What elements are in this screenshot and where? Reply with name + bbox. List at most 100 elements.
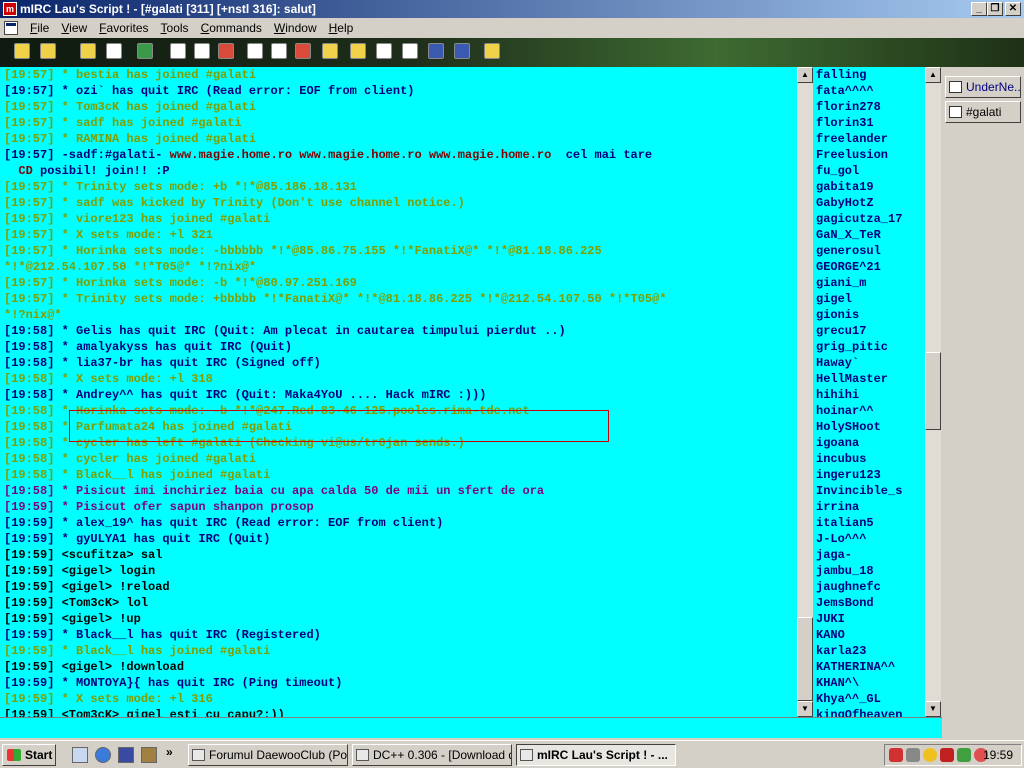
nick-item[interactable]: gagicutza_17 — [816, 211, 925, 227]
url-icon[interactable] — [402, 43, 418, 59]
close-button[interactable]: ✕ — [1005, 2, 1021, 16]
nicklist-scroll-up-button[interactable]: ▲ — [925, 67, 941, 83]
menu-view[interactable]: View — [55, 21, 93, 35]
messenger-tray-icon[interactable] — [923, 748, 937, 762]
list-icon[interactable] — [170, 43, 186, 59]
menu-window[interactable]: Window — [268, 21, 323, 35]
nick-item[interactable]: italian5 — [816, 515, 925, 531]
channels-icon[interactable] — [137, 43, 153, 59]
internet-explorer-icon[interactable] — [95, 747, 111, 763]
nick-item[interactable]: Invincible_s — [816, 483, 925, 499]
start-button[interactable]: Start — [2, 744, 56, 766]
nick-item[interactable]: GabyHotZ — [816, 195, 925, 211]
nick-item[interactable]: grig_pitic — [816, 339, 925, 355]
task-mirc[interactable]: mIRC Lau's Script ! - ... — [516, 744, 676, 766]
nick-item[interactable]: generosul — [816, 243, 925, 259]
nicklist-scrollbar[interactable]: ▲ ▼ — [925, 67, 941, 717]
nick-item[interactable]: grecu17 — [816, 323, 925, 339]
scripts-icon[interactable] — [218, 43, 234, 59]
log-icon[interactable] — [322, 43, 338, 59]
nick-item[interactable]: JUKI — [816, 611, 925, 627]
message-input[interactable] — [0, 717, 942, 738]
menu-help[interactable]: Help — [323, 21, 360, 35]
nick-item[interactable]: irrina — [816, 499, 925, 515]
windows-logo-icon — [7, 749, 21, 761]
nick-item[interactable]: jambu_18 — [816, 563, 925, 579]
nick-item[interactable]: kingOfheaven — [816, 707, 925, 717]
timer-icon[interactable] — [194, 43, 210, 59]
nick-item[interactable]: HellMaster — [816, 371, 925, 387]
urls-icon[interactable] — [271, 43, 287, 59]
nick-item[interactable]: KATHERINA^^ — [816, 659, 925, 675]
save-icon[interactable] — [118, 747, 134, 763]
task-forumul-daewooclub[interactable]: Forumul DaewooClub (Po... — [188, 744, 348, 766]
nick-item[interactable]: florin278 — [816, 99, 925, 115]
nick-list[interactable]: falling fata^^^^ florin278 florin31 freeland… — [813, 67, 925, 717]
menu-tools[interactable]: Tools — [155, 21, 195, 35]
chat-icon[interactable] — [350, 43, 366, 59]
nick-item[interactable]: Haway` — [816, 355, 925, 371]
help-bulb-icon[interactable] — [484, 43, 500, 59]
k-tray-icon[interactable] — [940, 748, 954, 762]
show-desktop-icon[interactable] — [72, 747, 88, 763]
chat-area[interactable]: [19:57] * bestia has joined #galati [19:5… — [0, 67, 797, 717]
nick-item[interactable]: JemsBond — [816, 595, 925, 611]
nicklist-scroll-down-button[interactable]: ▼ — [925, 701, 941, 717]
nick-item[interactable]: Khya^^_GL — [816, 691, 925, 707]
chat-scrollbar[interactable]: ▲ ▼ — [797, 67, 813, 717]
nick-item[interactable]: hoinar^^ — [816, 403, 925, 419]
network-tray-icon[interactable] — [957, 748, 971, 762]
nick-item[interactable]: freelander — [816, 131, 925, 147]
cascade-icon[interactable] — [428, 43, 444, 59]
chat-scroll-thumb[interactable] — [797, 617, 813, 701]
send-icon[interactable] — [376, 43, 392, 59]
volume-tray-icon[interactable] — [906, 748, 920, 762]
address-book-icon[interactable] — [106, 43, 122, 59]
menu-commands[interactable]: Commands — [195, 21, 268, 35]
quicklaunch-chevron-icon[interactable]: » — [166, 745, 173, 759]
nick-item[interactable]: GaN_X_TeR — [816, 227, 925, 243]
nick-item[interactable]: incubus — [816, 451, 925, 467]
nick-item[interactable]: KHAN^\ — [816, 675, 925, 691]
nick-item[interactable]: fu_gol — [816, 163, 925, 179]
chat-scroll-down-button[interactable]: ▼ — [797, 701, 813, 717]
nick-item[interactable]: falling — [816, 67, 925, 83]
minimize-button[interactable]: _ — [971, 2, 987, 16]
switchbar-channel-galati[interactable]: #galati — [945, 101, 1021, 123]
nick-item[interactable]: fata^^^^ — [816, 83, 925, 99]
nick-item[interactable]: igoana — [816, 435, 925, 451]
menu-file[interactable]: File — [24, 21, 55, 35]
mirc-app-icon[interactable]: m — [3, 2, 17, 16]
nick-item[interactable]: gabita19 — [816, 179, 925, 195]
notify-icon[interactable] — [247, 43, 263, 59]
nick-item[interactable]: GEORGE^21 — [816, 259, 925, 275]
nick-item[interactable]: karla23 — [816, 643, 925, 659]
nick-item[interactable]: gigel — [816, 291, 925, 307]
nick-item[interactable]: florin31 — [816, 115, 925, 131]
title-bar[interactable]: m mIRC Lau's Script ! - [#galati [311] [… — [0, 0, 1024, 18]
nick-item[interactable]: HolySHoot — [816, 419, 925, 435]
folder-icon[interactable] — [80, 43, 96, 59]
tile-icon[interactable] — [454, 43, 470, 59]
nicklist-scroll-thumb[interactable] — [925, 352, 941, 430]
switchbar-status-window[interactable]: UnderNe... — [945, 76, 1021, 98]
nick-item[interactable]: giani_m — [816, 275, 925, 291]
nick-item[interactable]: hihihi — [816, 387, 925, 403]
nick-item[interactable]: J-Lo^^^ — [816, 531, 925, 547]
nick-item[interactable]: gionis — [816, 307, 925, 323]
options-icon[interactable] — [40, 43, 56, 59]
nick-item[interactable]: jaughnefc — [816, 579, 925, 595]
nick-item[interactable]: ingeru123 — [816, 467, 925, 483]
dcc-icon[interactable] — [295, 43, 311, 59]
connect-icon[interactable] — [14, 43, 30, 59]
maximize-button[interactable]: ❐ — [987, 2, 1003, 16]
channel-window-icon[interactable] — [4, 21, 18, 35]
nick-item[interactable]: Freelusion — [816, 147, 925, 163]
menu-favorites[interactable]: Favorites — [93, 21, 154, 35]
nick-item[interactable]: jaga- — [816, 547, 925, 563]
chat-scroll-up-button[interactable]: ▲ — [797, 67, 813, 83]
antivirus-tray-icon[interactable] — [889, 748, 903, 762]
task-dcpp[interactable]: DC++ 0.306 - [Download q... — [352, 744, 512, 766]
nick-item[interactable]: KANO — [816, 627, 925, 643]
tool-icon[interactable] — [141, 747, 157, 763]
